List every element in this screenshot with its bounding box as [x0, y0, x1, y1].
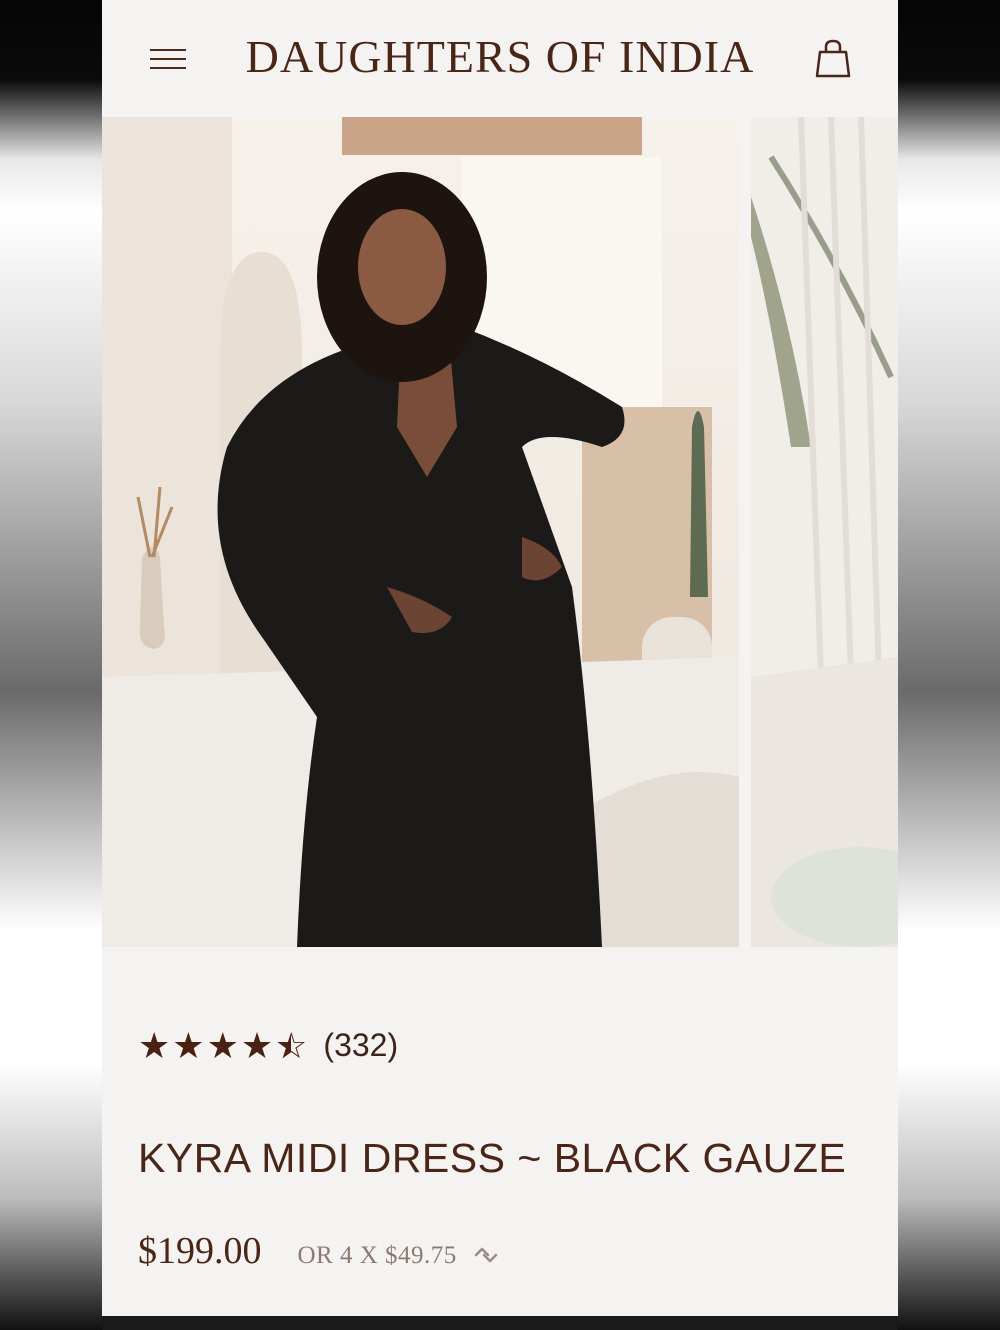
- background-left: [0, 0, 102, 1330]
- background-right: [898, 0, 1000, 1330]
- afterpay-cycle-icon: [472, 1243, 500, 1272]
- mobile-page: DAUGHTERS OF INDIA ★ ★ ★ ★ (332) KYRA MI…: [102, 0, 898, 1316]
- brand-logo[interactable]: DAUGHTERS OF INDIA: [102, 30, 898, 83]
- product-photo-main[interactable]: [102, 117, 739, 947]
- price-row: $199.00 OR 4 X $49.75: [138, 1229, 500, 1273]
- installments-text: OR 4 X $49.75: [297, 1242, 457, 1269]
- product-info: ★ ★ ★ ★ ★ (332) KYRA MIDI DRESS ~ BLACK …: [102, 947, 898, 1316]
- star-icon: ★: [206, 1024, 239, 1066]
- star-icon: ★: [172, 1024, 205, 1066]
- star-rating: ★ ★ ★ ★ ★: [138, 1024, 309, 1066]
- review-count[interactable]: (332): [323, 1027, 398, 1064]
- site-header: DAUGHTERS OF INDIA: [102, 0, 898, 117]
- star-icon: ★: [240, 1024, 274, 1066]
- half-star-icon: ★: [275, 1028, 308, 1064]
- product-photo-next[interactable]: [751, 117, 898, 947]
- product-price: $199.00: [138, 1230, 262, 1272]
- star-icon: ★: [138, 1024, 171, 1066]
- installments-link[interactable]: OR 4 X $49.75: [298, 1242, 500, 1272]
- product-image-carousel[interactable]: [102, 117, 898, 947]
- shopping-bag-icon[interactable]: [814, 38, 852, 80]
- product-title: KYRA MIDI DRESS ~ BLACK GAUZE: [138, 1135, 847, 1181]
- product-rating[interactable]: ★ ★ ★ ★ ★ (332): [138, 1027, 398, 1064]
